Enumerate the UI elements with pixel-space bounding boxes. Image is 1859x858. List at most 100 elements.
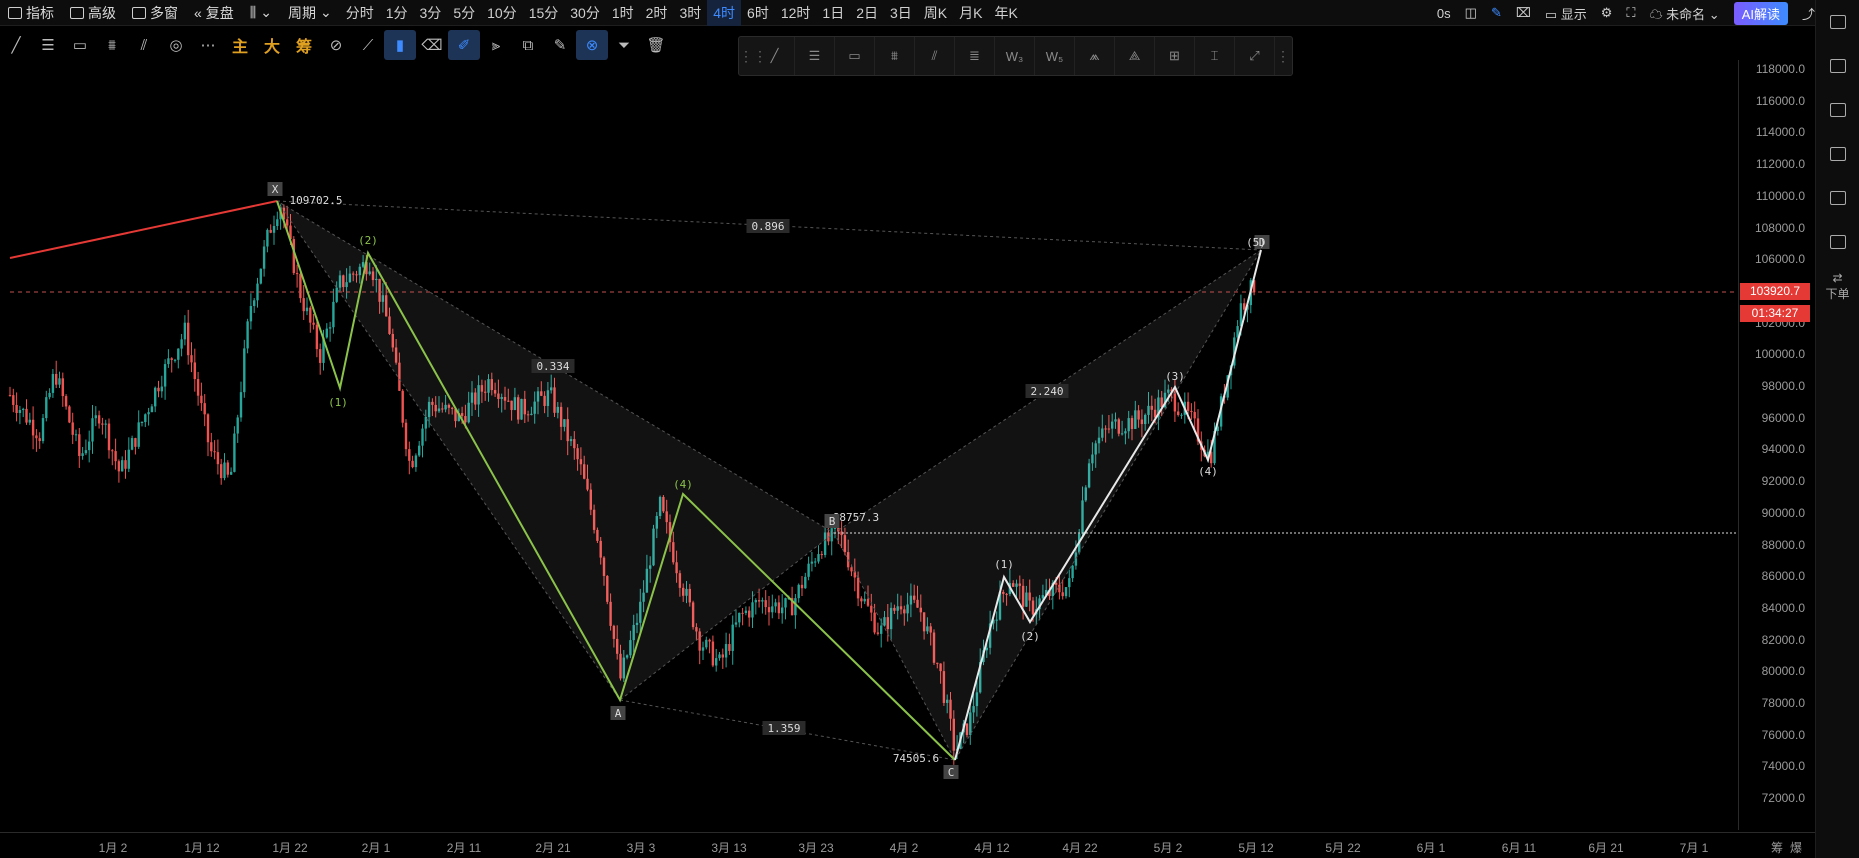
multi-window-button[interactable]: 多窗 <box>124 0 186 26</box>
share-icon[interactable]: ⤴ <box>1802 4 1815 23</box>
camera-icon[interactable]: ◫ <box>1465 5 1477 21</box>
period-tab[interactable]: 30分 <box>564 0 606 26</box>
candle <box>94 406 97 427</box>
chart-type-dropdown[interactable]: ⫼ ⌄ <box>242 0 280 26</box>
period-tab[interactable]: 1日 <box>816 0 850 26</box>
order-button[interactable]: ⇄ 下单 <box>1816 264 1859 308</box>
chip-button[interactable]: 筹 <box>288 30 320 60</box>
period-tab[interactable]: 10分 <box>481 0 523 26</box>
candle <box>744 606 748 616</box>
display-button[interactable]: ▭ 显示 <box>1545 4 1587 23</box>
period-tab[interactable]: 月K <box>953 0 988 26</box>
candle <box>246 318 249 354</box>
price-tick-label: 84000.0 <box>1761 600 1805 615</box>
period-dropdown[interactable]: 周期 ⌄ <box>280 0 340 26</box>
stats-icon[interactable] <box>1816 88 1859 132</box>
time-tick-label: 3月 3 <box>626 841 656 855</box>
draw-mode-icon[interactable]: ✐ <box>448 30 480 60</box>
period-tab[interactable]: 年K <box>988 0 1023 26</box>
more-icon[interactable]: ⋯ <box>192 30 224 60</box>
candle <box>41 414 45 444</box>
time-tick-label: 4月 2 <box>889 841 919 855</box>
time-axis-tool[interactable]: 筹 <box>1771 839 1783 856</box>
bookmark-icon[interactable]: ▮ <box>384 30 416 60</box>
candle <box>51 368 55 398</box>
period-tab[interactable]: 5分 <box>447 0 481 26</box>
horizontal-lines-icon[interactable]: ☰ <box>32 30 64 60</box>
magnet-icon[interactable]: ⊗ <box>576 30 608 60</box>
pen-icon[interactable]: ✎ <box>1491 5 1502 21</box>
copy-icon[interactable]: ⧉ <box>512 30 544 60</box>
watchlist-icon[interactable] <box>1816 44 1859 88</box>
replay-button[interactable]: «复盘 <box>186 0 242 26</box>
green-wave-4: (4) <box>673 478 693 491</box>
candle <box>8 386 12 397</box>
candle <box>259 268 262 285</box>
measure-icon[interactable]: ⟋ <box>352 30 384 60</box>
pattern-icon[interactable]: ⩩ <box>96 30 128 60</box>
candle <box>163 359 167 400</box>
time-axis-tool[interactable]: 爆 <box>1790 839 1802 856</box>
monitor-icon[interactable] <box>1816 176 1859 220</box>
pattern-overlays: 109702.5 88757.3 74505.6 0.896 0.334 2.240 1.3… <box>9 182 1738 779</box>
spiral-icon[interactable]: ◎ <box>160 30 192 60</box>
candle <box>411 455 414 469</box>
b-price-label: 88757.3 <box>833 511 879 524</box>
candle <box>312 313 315 330</box>
panel-icon[interactable] <box>1816 0 1859 44</box>
candle <box>177 348 180 369</box>
layers-icon[interactable] <box>1816 220 1859 264</box>
strategy-icon[interactable]: ⊘ <box>320 30 352 60</box>
period-tab[interactable]: 4时 <box>707 0 742 26</box>
period-tab[interactable]: 3日 <box>884 0 918 26</box>
big-order-button[interactable]: 大 <box>256 30 288 60</box>
ai-interpret-button[interactable]: AI解读 <box>1733 1 1788 25</box>
eraser-icon[interactable]: ⌫ <box>416 30 448 60</box>
period-tab[interactable]: 1时 <box>606 0 640 26</box>
fib-tool-icon[interactable]: ⫽ <box>128 30 160 60</box>
xab-triangle <box>276 200 835 701</box>
feedback-icon[interactable]: ⌧ <box>1516 5 1531 21</box>
price-tick-label: 112000.0 <box>1755 157 1805 172</box>
period-tabs: 分时 1分 3分 5分 10分 15分 30分 1时 2时 3时 4时 6时 12时 1日 2日 3日 周K 月K… <box>340 0 1024 26</box>
fullscreen-icon[interactable]: ⛶ <box>1626 5 1635 21</box>
advanced-button[interactable]: 高级 <box>62 0 124 26</box>
candle <box>130 435 134 451</box>
main-force-button[interactable]: 主 <box>224 30 256 60</box>
cloud-layout-dropdown[interactable]: ☁ 未命名 ⌄ <box>1650 4 1720 23</box>
period-tab[interactable]: 12时 <box>775 0 817 26</box>
price-chart[interactable]: 109702.5 88757.3 74505.6 0.896 0.334 2.240 1.3… <box>0 60 1738 832</box>
period-tab[interactable]: 15分 <box>523 0 565 26</box>
period-tab[interactable]: 2日 <box>850 0 884 26</box>
candle <box>18 405 22 425</box>
trash-icon[interactable]: 🗑 <box>640 30 672 60</box>
indicator-button[interactable]: 指标 <box>0 0 62 26</box>
rectangle-icon[interactable]: ▭ <box>64 30 96 60</box>
price-tick-label: 100000.0 <box>1754 347 1805 362</box>
line-tool-icon[interactable]: ╱ <box>0 30 32 60</box>
settings-icon[interactable]: ⚙ <box>1601 5 1613 21</box>
time-axis[interactable]: 1月 2 1月 12 1月 22 2月 1 2月 11 2月 21 3月 3 3月 13 3月 … <box>0 832 1815 858</box>
price-tick-label: 86000.0 <box>1761 569 1805 584</box>
period-tab[interactable]: 周K <box>918 0 953 26</box>
edit-icon[interactable]: ✎ <box>544 30 576 60</box>
compare-icon[interactable]: ⫸ <box>480 30 512 60</box>
ratio-ac-label: 1.359 <box>767 722 800 735</box>
candle <box>731 615 734 665</box>
price-axis[interactable]: 118000.0 116000.0 114000.0 112000.0 110000.0… <box>1738 60 1813 830</box>
period-tab[interactable]: 分时 <box>340 0 380 26</box>
period-tab[interactable]: 6时 <box>741 0 775 26</box>
candle <box>236 414 239 443</box>
period-tab[interactable]: 2时 <box>640 0 674 26</box>
period-tab[interactable]: 3分 <box>414 0 448 26</box>
red-trend-line <box>9 200 278 259</box>
trend-icon[interactable] <box>1816 132 1859 176</box>
period-tab[interactable]: 1分 <box>380 0 414 26</box>
time-tick-label: 1月 2 <box>98 841 128 855</box>
price-tick-label: 96000.0 <box>1761 410 1805 425</box>
period-tab[interactable]: 3时 <box>673 0 707 26</box>
filter-icon[interactable]: ⏷ <box>608 30 640 60</box>
candle <box>210 432 213 457</box>
candle <box>58 371 61 389</box>
candle <box>797 583 800 603</box>
